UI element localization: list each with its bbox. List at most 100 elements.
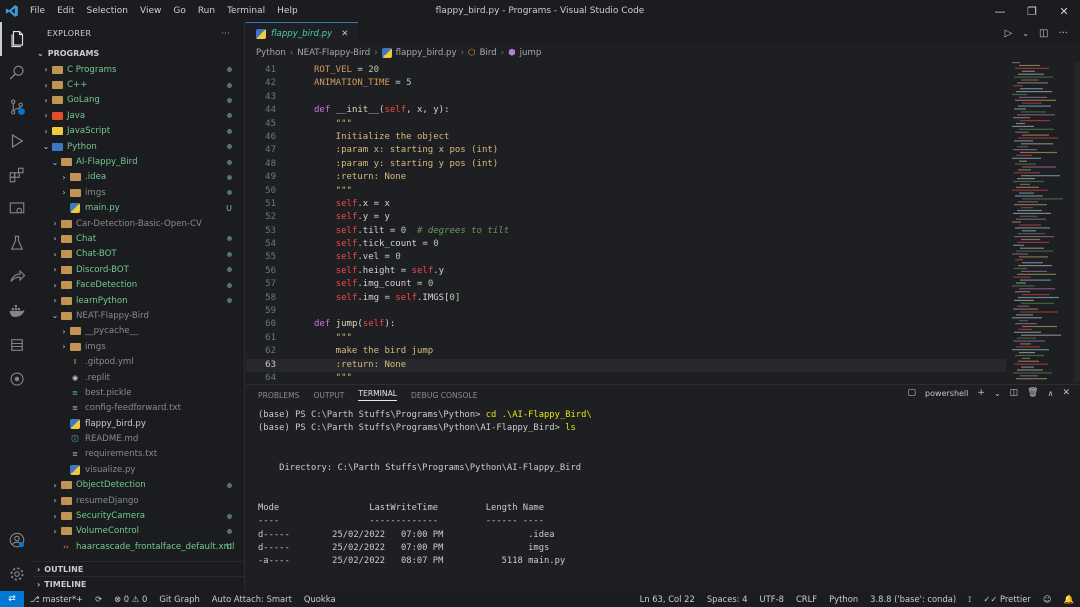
tree-item[interactable]: ‹› haarcascade_frontalface_default.xml U	[33, 539, 244, 554]
cursor-position[interactable]: Ln 63, Col 22	[634, 594, 701, 604]
explorer-icon[interactable]	[0, 22, 33, 56]
tree-item[interactable]: › resumeDjango	[33, 493, 244, 508]
menu-file[interactable]: File	[24, 0, 51, 22]
notifications-icon[interactable]: 🔔	[1058, 594, 1080, 605]
python-interpreter[interactable]: 3.8.8 ('base': conda)	[864, 594, 962, 604]
menu-edit[interactable]: Edit	[51, 0, 80, 22]
tab-problems[interactable]: PROBLEMS	[258, 391, 299, 400]
tree-item[interactable]: › C Programs	[33, 62, 244, 77]
line-ending[interactable]: CRLF	[790, 594, 823, 604]
restore-button[interactable]: ❐	[1016, 0, 1048, 22]
extensions-icon[interactable]	[0, 158, 33, 192]
quokka-button[interactable]: Quokka	[298, 594, 342, 604]
sync-icon[interactable]: ⟳	[89, 594, 108, 604]
outline-section[interactable]: › OUTLINE	[33, 561, 244, 576]
feedback-icon[interactable]: ☺	[1037, 594, 1058, 604]
database-icon[interactable]	[0, 328, 33, 362]
menu-selection[interactable]: Selection	[81, 0, 134, 22]
tree-item[interactable]: ⌄ Python	[33, 139, 244, 154]
breadcrumb-item[interactable]: flappy_bird.py	[396, 48, 457, 58]
tree-item[interactable]: › Chat-BOT	[33, 247, 244, 262]
tree-item[interactable]: › imgs	[33, 339, 244, 354]
tree-item[interactable]: › Chat	[33, 231, 244, 246]
account-icon[interactable]	[0, 523, 33, 557]
remote-explorer-icon[interactable]	[0, 192, 33, 226]
tree-item[interactable]: ! .gitpod.yml	[33, 354, 244, 369]
source-control-icon[interactable]	[0, 90, 33, 124]
menu-go[interactable]: Go	[167, 0, 191, 22]
close-button[interactable]: ✕	[1048, 0, 1080, 22]
tree-item[interactable]: › learnPython	[33, 293, 244, 308]
timeline-section[interactable]: › TIMELINE	[33, 576, 244, 591]
workspace-section-header[interactable]: ⌄ PROGRAMS	[33, 44, 244, 62]
tree-item[interactable]: ≡ config-feedforward.txt	[33, 401, 244, 416]
git-graph-button[interactable]: Git Graph	[153, 594, 205, 604]
tree-item[interactable]: › Java	[33, 108, 244, 123]
code-editor[interactable]: 41 ROT_VEL = 20 42 ANIMATION_TIME = 5 43 44 de…	[246, 64, 1006, 384]
settings-sync-icon[interactable]	[0, 362, 33, 396]
close-icon[interactable]: ✕	[341, 29, 348, 39]
live-share-icon[interactable]	[0, 260, 33, 294]
tree-item[interactable]: › SecurityCamera	[33, 508, 244, 523]
tab-flappy-bird-py[interactable]: flappy_bird.py ✕	[246, 22, 359, 44]
tree-item[interactable]: › .idea	[33, 170, 244, 185]
scrollbar[interactable]	[1074, 62, 1080, 382]
tree-item[interactable]: › __pycache__	[33, 324, 244, 339]
tree-item[interactable]: visualize.py	[33, 462, 244, 477]
live-share-status-icon[interactable]: ⟟	[962, 594, 977, 605]
auto-attach-button[interactable]: Auto Attach: Smart	[206, 594, 298, 604]
trash-icon[interactable]: 🗑	[1027, 388, 1038, 398]
tree-item[interactable]: ≡ requirements.txt	[33, 447, 244, 462]
tree-item[interactable]: main.py U	[33, 201, 244, 216]
indentation[interactable]: Spaces: 4	[701, 594, 754, 604]
menu-run[interactable]: Run	[192, 0, 221, 22]
split-editor-icon[interactable]: ◫	[1039, 28, 1048, 39]
run-debug-icon[interactable]	[0, 124, 33, 158]
menu-help[interactable]: Help	[271, 0, 304, 22]
problems-status[interactable]: ⊗ 0 ⚠ 0	[108, 594, 153, 604]
tree-item[interactable]: › JavaScript	[33, 124, 244, 139]
testing-icon[interactable]	[0, 226, 33, 260]
split-terminal-icon[interactable]: ◫	[1010, 388, 1019, 398]
add-terminal-icon[interactable]: +	[977, 388, 985, 398]
breadcrumb-item[interactable]: Python	[256, 48, 286, 58]
tab-terminal[interactable]: TERMINAL	[358, 389, 398, 401]
run-file-icon[interactable]: ▷	[1005, 28, 1013, 39]
tree-item[interactable]: ≡ best.pickle	[33, 385, 244, 400]
more-actions-icon[interactable]: ···	[221, 29, 230, 38]
tree-item[interactable]: flappy_bird.py	[33, 416, 244, 431]
remote-indicator-icon[interactable]: ⇄	[0, 591, 24, 607]
minimize-button[interactable]: —	[984, 0, 1016, 22]
tree-item[interactable]: › Discord-BOT	[33, 262, 244, 277]
tab-output[interactable]: OUTPUT	[313, 391, 344, 400]
tree-item[interactable]: › GoLang	[33, 93, 244, 108]
tree-item[interactable]: › Car-Detection-Basic-Open-CV	[33, 216, 244, 231]
close-icon[interactable]: ✕	[1062, 388, 1070, 398]
breadcrumb-item[interactable]: NEAT-Flappy-Bird	[297, 48, 370, 58]
tree-item[interactable]: › VolumeControl	[33, 524, 244, 539]
terminal-output[interactable]: (base) PS C:\Parth Stuffs\Programs\Pytho…	[258, 409, 1058, 607]
tree-item[interactable]: › imgs	[33, 185, 244, 200]
chevron-down-icon[interactable]: ⌄	[1022, 29, 1029, 38]
tree-item[interactable]: › FaceDetection	[33, 277, 244, 292]
chevron-down-icon[interactable]: ⌄	[994, 389, 1001, 398]
minimap[interactable]	[1010, 62, 1074, 382]
more-actions-icon[interactable]: ···	[1058, 28, 1068, 39]
tree-item[interactable]: ◉ .replit	[33, 370, 244, 385]
menu-terminal[interactable]: Terminal	[221, 0, 271, 22]
chevron-up-icon[interactable]: ∧	[1048, 389, 1054, 398]
tree-item[interactable]: ⌄ AI-Flappy_Bird	[33, 154, 244, 169]
breadcrumb-item[interactable]: Bird	[480, 48, 497, 58]
tree-item[interactable]: ⌄ NEAT-Flappy-Bird	[33, 308, 244, 323]
docker-icon[interactable]	[0, 294, 33, 328]
prettier-status[interactable]: ✓✓ Prettier	[977, 594, 1037, 604]
encoding[interactable]: UTF-8	[754, 594, 790, 604]
tree-item[interactable]: › ObjectDetection	[33, 478, 244, 493]
gear-icon[interactable]	[0, 557, 33, 591]
search-icon[interactable]	[0, 56, 33, 90]
shell-name[interactable]: powershell	[925, 389, 968, 398]
language-mode[interactable]: Python	[823, 594, 864, 604]
tree-item[interactable]: › C++	[33, 77, 244, 92]
tab-debug-console[interactable]: DEBUG CONSOLE	[411, 391, 478, 400]
breadcrumb-item[interactable]: jump	[520, 48, 542, 58]
